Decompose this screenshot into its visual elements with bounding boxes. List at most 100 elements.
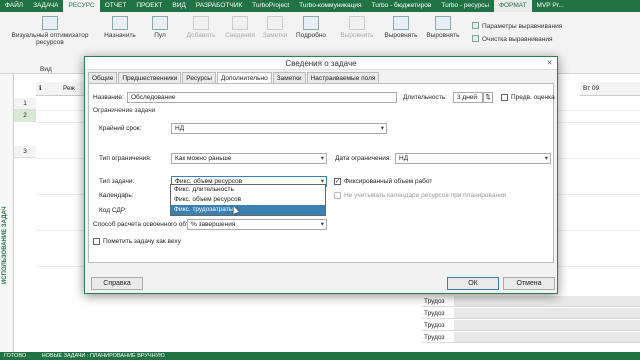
tab-notes[interactable]: Заметки: [272, 72, 306, 83]
details-label: Подробно: [295, 32, 327, 39]
help-button[interactable]: Справка: [91, 277, 143, 290]
row-number-1[interactable]: 1: [14, 98, 36, 110]
duration-label: Длительность:: [403, 94, 447, 101]
assign-button[interactable]: Назначить: [100, 16, 140, 39]
details-button[interactable]: Подробно: [292, 16, 330, 39]
status-bar: ГОТОВО НОВЫЕ ЗАДАЧИ : ПЛАНИРОВАНИЕ ВРУЧН…: [0, 352, 640, 360]
tab-advanced[interactable]: Дополнительно: [216, 72, 272, 83]
name-field[interactable]: Обследование: [127, 92, 397, 103]
add-button[interactable]: Добавить: [182, 16, 220, 39]
pool-label: Пул: [154, 32, 166, 39]
tab-resource[interactable]: РЕСУРС: [63, 0, 100, 12]
advanced-panel: [88, 83, 554, 263]
milestone-checkbox[interactable]: [93, 238, 100, 245]
constraint-date-field[interactable]: НД: [395, 153, 551, 164]
info-column-header[interactable]: ℹ: [36, 82, 60, 96]
wbs-label: Код СДР:: [99, 207, 127, 214]
level-selection-icon: [349, 16, 365, 30]
level-all-icon: [435, 16, 451, 30]
notes-label: Заметки: [262, 32, 288, 39]
work-cell[interactable]: [454, 320, 640, 331]
ignore-calendars-label: Не учитывать календари ресурсов при план…: [344, 192, 507, 199]
effort-driven-checkbox[interactable]: ✓: [334, 178, 341, 185]
row-number-2[interactable]: 2: [14, 110, 36, 122]
constraint-type-select[interactable]: Как можно раньше: [171, 153, 327, 164]
tab-resources[interactable]: Ресурсы: [182, 72, 216, 83]
tab-mvp[interactable]: MVP Pr...: [532, 0, 569, 12]
ignore-calendars-checkbox[interactable]: [334, 192, 341, 199]
info-label: Сведения: [225, 32, 255, 39]
notes-button[interactable]: Заметки: [258, 16, 292, 39]
work-label: Трудоз: [422, 332, 454, 343]
tab-view[interactable]: ВИД: [167, 0, 190, 12]
status-new-tasks[interactable]: НОВЫЕ ЗАДАЧИ : ПЛАНИРОВАНИЕ ВРУЧНУЮ: [42, 353, 165, 359]
notes-icon: [267, 16, 283, 30]
work-label: Трудоз: [422, 320, 454, 331]
deadline-label: Крайний срок:: [99, 125, 142, 132]
duration-spinner[interactable]: ⇅: [483, 92, 493, 103]
task-information-dialog: Сведения о задаче ✕ Общие Предшественник…: [84, 56, 558, 294]
option-fixed-duration[interactable]: Фикс. длительность: [171, 185, 325, 195]
cancel-button[interactable]: Отмена: [503, 277, 555, 290]
visual-optimizer-icon: [42, 16, 58, 30]
view-side-label: ИСПОЛЬЗОВАНИЕ ЗАДАЧ: [0, 74, 14, 352]
tab-general[interactable]: Общие: [88, 72, 118, 83]
tab-turboproject[interactable]: TurboProject: [247, 0, 294, 12]
ribbon-tabs: ФАЙЛ ЗАДАЧА РЕСУРС ОТЧЕТ ПРОЕКТ ВИД РАЗР…: [0, 0, 640, 12]
close-icon[interactable]: ✕: [544, 59, 555, 68]
tab-project[interactable]: ПРОЕКТ: [131, 0, 167, 12]
work-cell[interactable]: [454, 308, 640, 319]
visual-optimizer-button[interactable]: Визуальный оптимизатор ресурсов: [4, 16, 96, 46]
tab-format[interactable]: ФОРМАТ: [494, 0, 532, 12]
tab-turbo-resources[interactable]: Turbo - ресурсы: [436, 0, 494, 12]
info-button[interactable]: Сведения: [222, 16, 258, 39]
assign-icon: [112, 16, 128, 30]
tab-predecessors[interactable]: Предшественники: [118, 72, 182, 83]
tab-report[interactable]: ОТЧЕТ: [100, 0, 132, 12]
tab-turbo-budget[interactable]: Turbo - бюджетиров: [367, 0, 437, 12]
group-view-label: Вид: [40, 66, 52, 73]
leveling-options-button[interactable]: Параметры выравнивания: [472, 22, 562, 30]
pool-button[interactable]: Пул: [146, 16, 174, 39]
assign-label: Назначить: [104, 32, 136, 39]
work-cell[interactable]: [454, 296, 640, 307]
row-number-3[interactable]: 3: [14, 146, 36, 158]
visual-optimizer-label: Визуальный оптимизатор ресурсов: [11, 32, 89, 46]
option-fixed-units[interactable]: Фикс. объем ресурсов: [171, 195, 325, 205]
level-all-button[interactable]: Выровнять: [422, 16, 464, 39]
calendar-label: Календарь:: [99, 192, 134, 199]
duration-field[interactable]: 3 дней: [453, 92, 483, 103]
effort-driven-label: Фиксированный объем работ: [344, 178, 433, 185]
clear-leveling-label: Очистка выравнивания: [482, 36, 553, 43]
leveling-options-icon: [472, 22, 479, 29]
clear-leveling-button[interactable]: Очистка выравнивания: [472, 35, 552, 43]
tab-developer[interactable]: РАЗРАБОТЧИК: [191, 0, 247, 12]
dialog-titlebar[interactable]: Сведения о задаче ✕: [85, 57, 557, 70]
work-label: Трудоз: [422, 308, 454, 319]
work-label: Трудоз: [422, 296, 454, 307]
deadline-field[interactable]: НД: [171, 123, 387, 134]
level-selection-label: Выровнять: [340, 32, 374, 39]
leveling-options-label: Параметры выравнивания: [482, 23, 563, 30]
level-resource-icon: [393, 16, 409, 30]
tab-custom-fields[interactable]: Настраиваемые поля: [306, 72, 380, 83]
tab-file[interactable]: ФАЙЛ: [0, 0, 28, 12]
dialog-title: Сведения о задаче: [285, 59, 357, 68]
info-icon: [232, 16, 248, 30]
level-all-label: Выровнять: [426, 32, 460, 39]
level-resource-label: Выровнять: [384, 32, 418, 39]
tab-turbo-communication[interactable]: Turbo-коммуникация: [294, 0, 366, 12]
level-selection-button[interactable]: Выровнять: [336, 16, 378, 39]
estimate-checkbox[interactable]: [501, 94, 508, 101]
earned-value-select[interactable]: % завершения: [187, 219, 327, 230]
work-cell[interactable]: [454, 332, 640, 343]
level-resource-button[interactable]: Выровнять: [380, 16, 422, 39]
status-ready: ГОТОВО: [4, 353, 27, 359]
tab-task[interactable]: ЗАДАЧА: [28, 0, 63, 12]
dialog-tabs: Общие Предшественники Ресурсы Дополнител…: [88, 72, 380, 83]
ok-button[interactable]: ОК: [447, 277, 499, 290]
task-type-dropdown: Фикс. длительность Фикс. объем ресурсов …: [170, 184, 326, 216]
option-fixed-work[interactable]: Фикс. трудозатраты: [171, 205, 325, 215]
details-icon: [303, 16, 319, 30]
constraint-date-label: Дата ограничения:: [335, 155, 392, 162]
